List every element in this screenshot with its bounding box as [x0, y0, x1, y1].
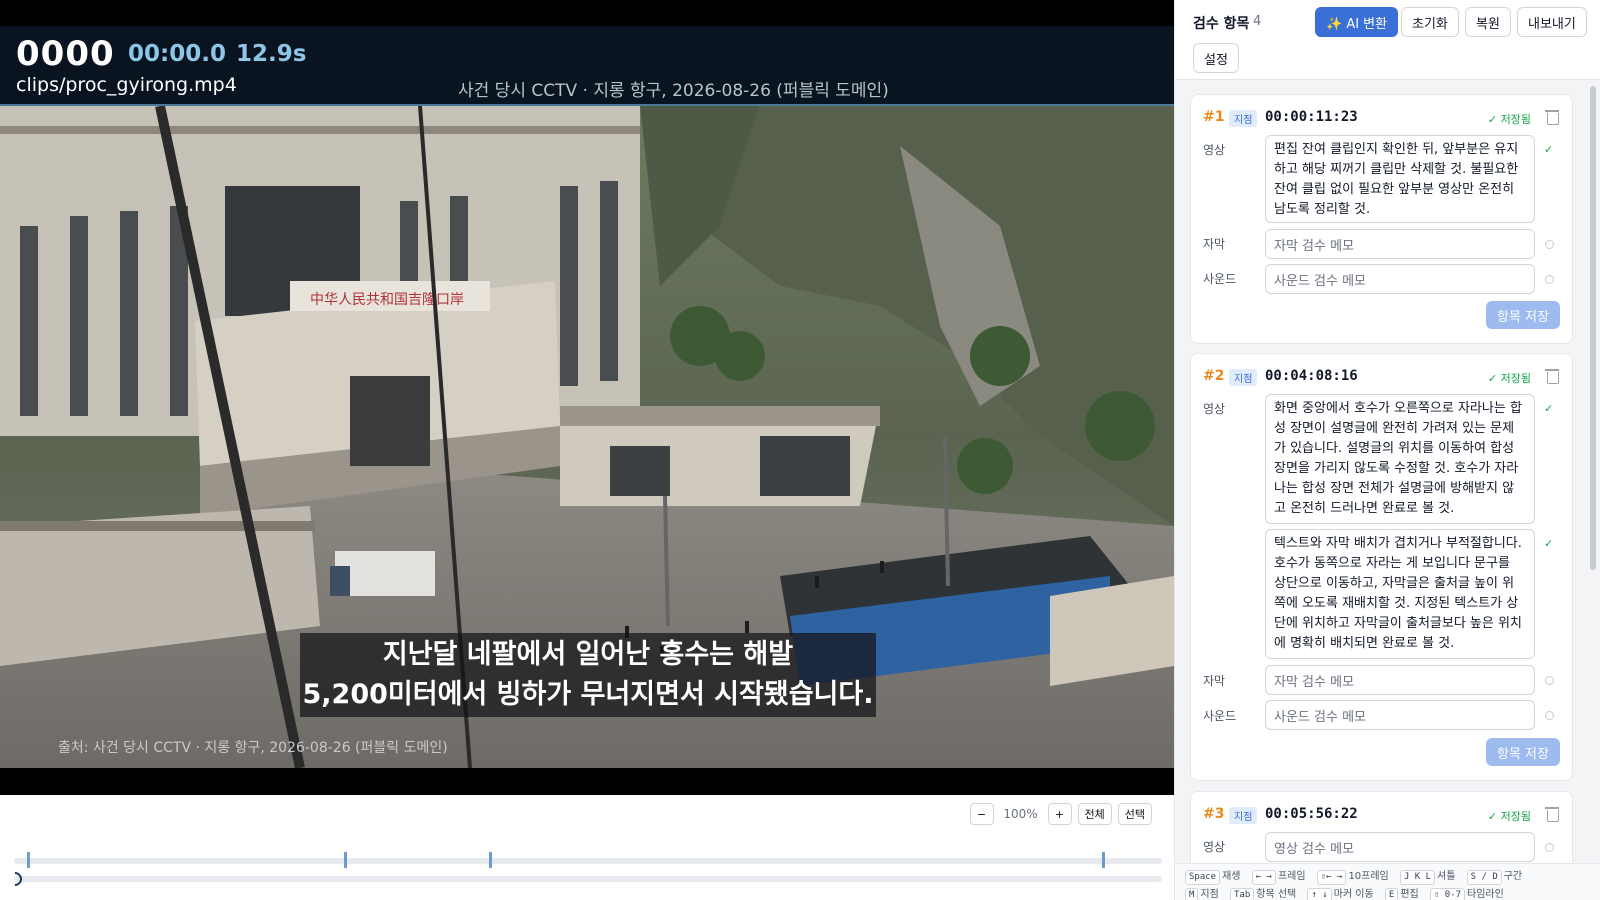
trash-icon[interactable] [1545, 109, 1559, 125]
clip-duration: 12.9s [236, 41, 307, 67]
playhead-handle[interactable] [5, 869, 25, 889]
timeline-marker[interactable] [1102, 852, 1105, 868]
ai-convert-button[interactable]: ✨ AI 변환 [1315, 7, 1399, 37]
save-item-button[interactable]: 항목 저장 [1486, 738, 1560, 766]
check-icon: ✓ [1544, 537, 1554, 550]
trash-icon[interactable] [1545, 806, 1559, 822]
shortcut-hint: J K L 셔틀 [1399, 870, 1455, 885]
item-header: #2 지점 00:04:08:16 ✓ 저장됨 [1203, 368, 1561, 386]
timeline-marker[interactable] [27, 852, 30, 868]
sound-note-input[interactable]: 사운드 검수 메모 [1265, 264, 1535, 294]
point-badge: 지점 [1229, 807, 1258, 824]
point-badge: 지점 [1229, 110, 1258, 127]
video-note-input[interactable]: 영상 검수 메모 [1265, 832, 1535, 862]
settings-button[interactable]: 설정 [1193, 43, 1239, 73]
shortcut-bar: Space 재생 ← → 프레임 ⇧← → 10프레임 J K L 셔틀 S / D 구간… [1175, 863, 1600, 900]
subtitle-overlay: 지난달 네팔에서 일어난 홍수는 해발 5,200미터에서 빙하가 무너지면서 … [300, 633, 876, 717]
saved-status: ✓ 저장됨 [1487, 113, 1531, 126]
item-number: #3 [1203, 806, 1225, 822]
status-dot-icon [1545, 275, 1554, 284]
gate-sign-text: 中华人民共和国吉隆口岸 [310, 292, 464, 308]
review-item-list[interactable]: #1 지점 00:00:11:23 ✓ 저장됨 영상 편집 잔여 클립인지 확인… [1175, 81, 1600, 863]
video-pane: 中华人民共和国吉隆口岸 0000 00:00.0 12.9s clips/pro… [0, 0, 1174, 900]
status-dot-icon [1545, 676, 1554, 685]
saved-status: ✓ 저장됨 [1487, 372, 1531, 385]
zoom-selection-button[interactable]: 선택 [1117, 803, 1152, 825]
review-item-card: #3 지점 00:05:56:22 ✓ 저장됨 영상 영상 검수 메모 [1190, 791, 1573, 863]
clip-caption: 사건 당시 CCTV · 지롱 항구, 2026-08-26 (퍼블릭 도메인) [458, 81, 889, 101]
timeline-zoom-controls: − 100% + 전체 선택 [969, 803, 1152, 825]
save-item-button[interactable]: 항목 저장 [1486, 301, 1560, 329]
zoom-all-button[interactable]: 전체 [1077, 803, 1112, 825]
subtitle-field-label: 자막 [1203, 237, 1226, 251]
status-dot-icon [1545, 240, 1554, 249]
video-field-label: 영상 [1203, 402, 1226, 416]
subtitle-note-input[interactable]: 자막 검수 메모 [1265, 229, 1535, 259]
shortcut-hint: Tab 항목 선택 [1230, 888, 1296, 900]
sound-field-label: 사운드 [1203, 709, 1237, 723]
status-dot-icon [1545, 843, 1554, 852]
video-field-label: 영상 [1203, 840, 1226, 854]
timeline-marker[interactable] [489, 852, 492, 868]
shortcut-hint: ← → 프레임 [1251, 870, 1306, 885]
reset-button[interactable]: 초기화 [1401, 7, 1459, 37]
point-badge: 지점 [1229, 369, 1258, 386]
video-field-label: 영상 [1203, 143, 1226, 157]
restore-button[interactable]: 복원 [1465, 7, 1511, 37]
shortcut-hint: ⇧ 0-7 타임라인 [1429, 888, 1504, 900]
subtitle-line-2: 5,200미터에서 빙하가 무너지면서 시작됐습니다. [302, 679, 874, 710]
item-number: #2 [1203, 368, 1225, 384]
check-icon: ✓ [1544, 402, 1554, 415]
shortcut-hint: ↑ ↓ 마커 이동 [1307, 888, 1374, 900]
status-dot-icon [1545, 711, 1554, 720]
clip-filename: clips/proc_gyirong.mp4 [16, 74, 237, 96]
current-time: 00:00.0 [128, 41, 226, 67]
video-note-textarea[interactable]: 화면 중앙에서 호수가 오른쪽으로 자라나는 합성 장면이 설명글에 완전히 가… [1265, 394, 1535, 524]
panel-header: 검수 항목 4 ✨ AI 변환 초기화 복원 내보내기 설정 [1175, 0, 1600, 80]
shortcut-hint: M 지점 [1185, 888, 1219, 900]
item-header: #3 지점 00:05:56:22 ✓ 저장됨 [1203, 806, 1561, 824]
panel-scrollbar[interactable] [1590, 86, 1596, 570]
source-credit: 출처: 사건 당시 CCTV · 지롱 항구, 2026-08-26 (퍼블릭 … [58, 740, 448, 756]
subtitle-note-input[interactable]: 자막 검수 메모 [1265, 665, 1535, 695]
subtitle-field-label: 자막 [1203, 674, 1226, 688]
export-button[interactable]: 내보내기 [1517, 7, 1587, 37]
subtitle-line-1: 지난달 네팔에서 일어난 홍수는 해발 [382, 639, 794, 670]
video-hud: 0000 00:00.0 12.9s clips/proc_gyirong.mp… [0, 26, 1174, 106]
check-icon: ✓ [1544, 143, 1554, 156]
sound-note-input[interactable]: 사운드 검수 메모 [1265, 700, 1535, 730]
marker-track[interactable] [14, 858, 1162, 864]
video-player[interactable]: 中华人民共和国吉隆口岸 0000 00:00.0 12.9s clips/pro… [0, 0, 1174, 795]
item-header: #1 지점 00:00:11:23 ✓ 저장됨 [1203, 109, 1561, 127]
review-item-card: #2 지점 00:04:08:16 ✓ 저장됨 영상 화면 중앙에서 호수가 오… [1190, 353, 1573, 781]
review-item-card: #1 지점 00:00:11:23 ✓ 저장됨 영상 편집 잔여 클립인지 확인… [1190, 94, 1573, 344]
video-note-textarea-2[interactable]: 텍스트와 자막 배치가 겹치거나 부적절합니다. 호수가 동쪽으로 자라는 게 … [1265, 529, 1535, 659]
zoom-in-button[interactable]: + [1047, 803, 1072, 825]
shortcut-hint: E 편집 [1384, 888, 1419, 900]
zoom-out-button[interactable]: − [969, 803, 994, 825]
shortcut-hint: S / D 구간 [1466, 870, 1522, 885]
panel-title: 검수 항목 [1193, 16, 1250, 32]
sound-field-label: 사운드 [1203, 272, 1237, 286]
item-timecode[interactable]: 00:00:11:23 [1265, 109, 1358, 125]
shortcut-hint: ⇧← → 10프레임 [1316, 870, 1389, 885]
video-note-textarea[interactable]: 편집 잔여 클립인지 확인한 뒤, 앞부분은 유지하고 해당 찌꺼기 클립만 삭… [1265, 135, 1535, 223]
item-count: 4 [1253, 14, 1262, 29]
zoom-level: 100% [1003, 807, 1038, 821]
item-number: #1 [1203, 109, 1225, 125]
trash-icon[interactable] [1545, 368, 1559, 384]
item-timecode[interactable]: 00:05:56:22 [1265, 806, 1358, 822]
scrub-track[interactable] [14, 876, 1162, 882]
item-timecode[interactable]: 00:04:08:16 [1265, 368, 1358, 384]
frame-counter: 0000 [16, 34, 115, 74]
review-panel: 검수 항목 4 ✨ AI 변환 초기화 복원 내보내기 설정 #1 지점 00:… [1174, 0, 1600, 900]
timeline-marker[interactable] [344, 852, 347, 868]
saved-status: ✓ 저장됨 [1487, 810, 1531, 823]
shortcut-hint: Space 재생 [1185, 870, 1241, 885]
